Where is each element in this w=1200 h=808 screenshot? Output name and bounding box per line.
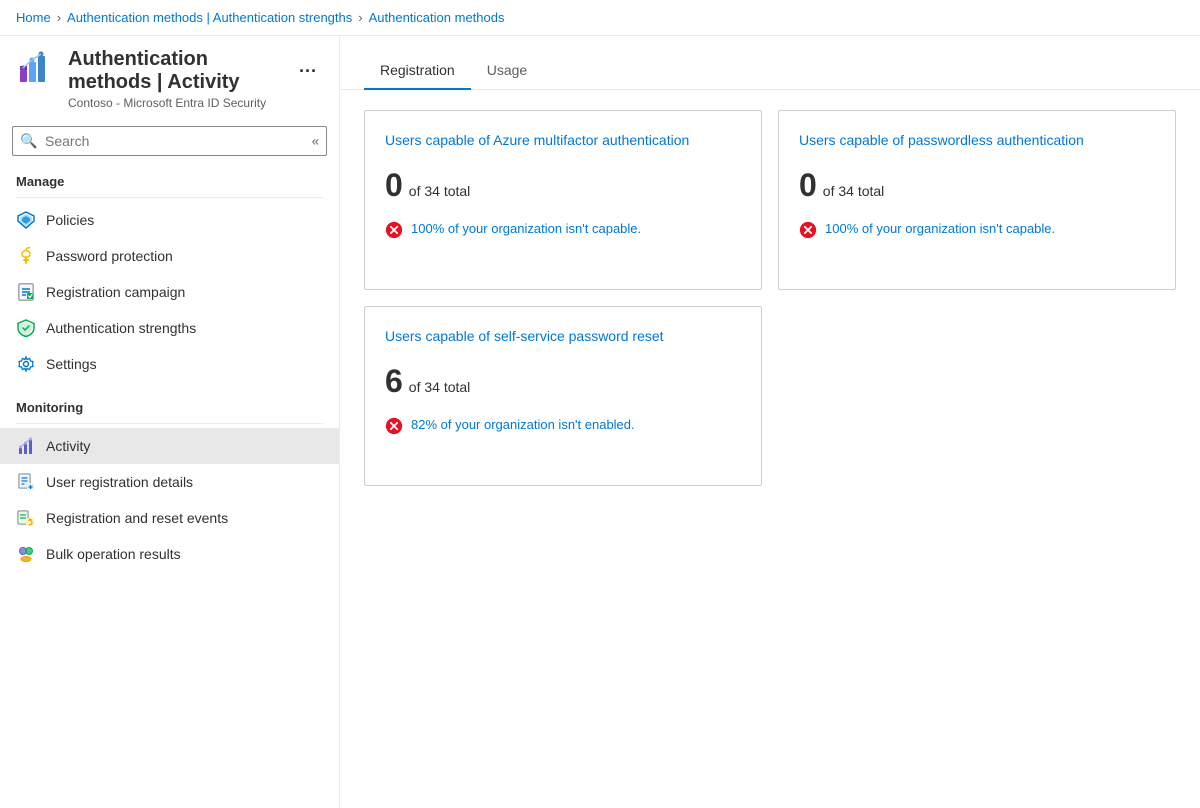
page-title: Authentication methods | Activity ··· [68,48,323,94]
monitoring-section-label: Monitoring [0,390,339,419]
search-input[interactable] [12,126,327,156]
tab-registration[interactable]: Registration [364,52,471,90]
tabs-container: Registration Usage [340,52,1200,90]
sidebar-item-user-registration[interactable]: User registration details [0,464,339,500]
sidebar-item-reg-reset-label: Registration and reset events [46,510,228,526]
activity-icon [16,436,36,456]
passwordless-card-title[interactable]: Users capable of passwordless authentica… [799,131,1155,151]
error-icon [799,221,817,239]
sidebar-item-password-protection-label: Password protection [46,248,173,264]
sidebar-item-settings[interactable]: Settings [0,346,339,382]
mfa-card-title[interactable]: Users capable of Azure multifactor authe… [385,131,741,151]
breadcrumb-auth-methods[interactable]: Authentication methods [369,10,505,25]
sidebar-item-registration-campaign[interactable]: Registration campaign [0,274,339,310]
passwordless-count-label: of 34 total [823,183,885,199]
app-logo [16,48,56,88]
sidebar-item-settings-label: Settings [46,356,97,372]
passwordless-status-text: 100% of your organization isn't capable. [825,220,1055,238]
sspr-card: Users capable of self-service password r… [364,306,762,486]
page-header: Authentication methods | Activity ··· Co… [0,36,339,118]
mfa-card-status: 100% of your organization isn't capable. [385,220,741,239]
sspr-card-status: 82% of your organization isn't enabled. [385,416,741,435]
user-reg-icon [16,472,36,492]
mfa-card-count: 0 of 34 total [385,167,741,204]
policies-icon [16,210,36,230]
breadcrumb: Home › Authentication methods | Authenti… [0,0,1200,36]
search-container: 🔍 « [0,118,339,164]
collapse-sidebar-button[interactable]: « [306,132,325,151]
bulk-icon [16,544,36,564]
sidebar-item-auth-strengths-label: Authentication strengths [46,320,196,336]
sidebar-item-reg-reset-events[interactable]: Registration and reset events [0,500,339,536]
more-options-button[interactable]: ··· [293,59,323,84]
settings-icon [16,354,36,374]
sidebar-item-auth-strengths[interactable]: Authentication strengths [0,310,339,346]
sidebar-item-policies[interactable]: Policies [0,202,339,238]
sidebar-item-activity[interactable]: Activity [0,428,339,464]
monitoring-divider [16,423,323,424]
mfa-count-number: 0 [385,167,403,204]
sidebar-item-password-protection[interactable]: Password protection [0,238,339,274]
passwordless-card: Users capable of passwordless authentica… [778,110,1176,290]
sspr-status-text: 82% of your organization isn't enabled. [411,416,635,434]
sspr-count-number: 6 [385,363,403,400]
password-icon [16,246,36,266]
page-header-text: Authentication methods | Activity ··· Co… [68,48,323,110]
sspr-count-label: of 34 total [409,379,471,395]
reg-reset-icon [16,508,36,528]
passwordless-card-count: 0 of 34 total [799,167,1155,204]
error-icon [385,417,403,435]
breadcrumb-home[interactable]: Home [16,10,51,25]
breadcrumb-auth-strengths[interactable]: Authentication methods | Authentication … [67,10,352,25]
manage-section-label: Manage [0,164,339,193]
main-content: Registration Usage Users capable of Azur… [340,36,1200,808]
sidebar-item-bulk-label: Bulk operation results [46,546,181,562]
sidebar-item-user-reg-label: User registration details [46,474,193,490]
error-icon [385,221,403,239]
sidebar-item-registration-campaign-label: Registration campaign [46,284,185,300]
sidebar: Authentication methods | Activity ··· Co… [0,36,340,808]
mfa-card: Users capable of Azure multifactor authe… [364,110,762,290]
tab-usage[interactable]: Usage [471,52,543,90]
sidebar-item-policies-label: Policies [46,212,94,228]
page-subtitle: Contoso - Microsoft Entra ID Security [68,96,323,110]
sidebar-item-activity-label: Activity [46,438,90,454]
passwordless-card-status: 100% of your organization isn't capable. [799,220,1155,239]
mfa-count-label: of 34 total [409,183,471,199]
sidebar-item-bulk-operation[interactable]: Bulk operation results [0,536,339,572]
manage-divider [16,197,323,198]
passwordless-count-number: 0 [799,167,817,204]
shield-icon [16,318,36,338]
cards-grid: Users capable of Azure multifactor authe… [340,90,1200,506]
mfa-status-text: 100% of your organization isn't capable. [411,220,641,238]
sspr-card-title[interactable]: Users capable of self-service password r… [385,327,741,347]
registration-icon [16,282,36,302]
sspr-card-count: 6 of 34 total [385,363,741,400]
